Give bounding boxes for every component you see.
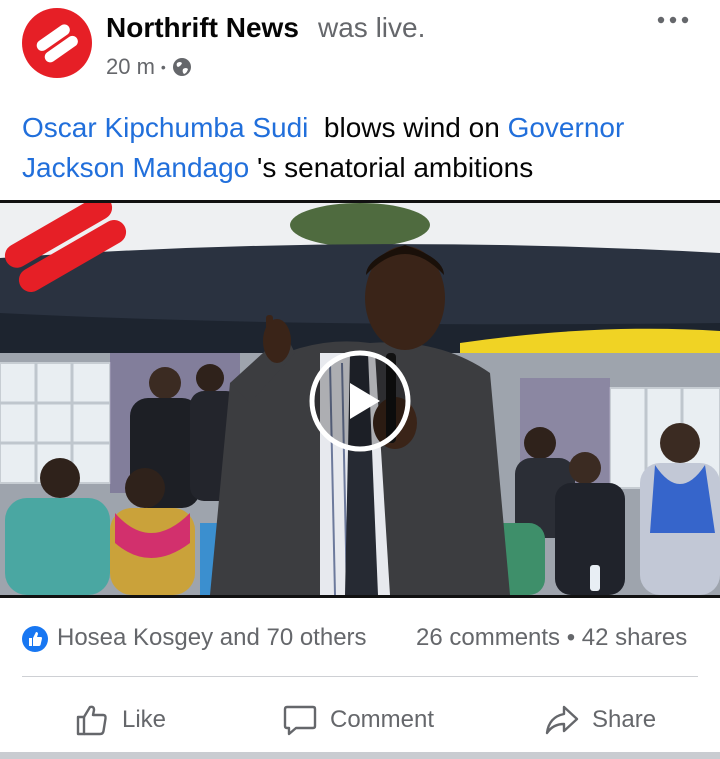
more-dots-icon (657, 16, 689, 24)
like-button[interactable]: Like (74, 700, 166, 740)
comment-label: Comment (330, 706, 435, 733)
more-options-button[interactable] (656, 10, 690, 30)
like-reaction-icon (22, 626, 48, 652)
video-player[interactable] (0, 203, 720, 595)
page-name[interactable]: Northrift News (106, 12, 299, 44)
post-time[interactable]: 20 m (106, 54, 155, 80)
comment-icon (283, 705, 317, 736)
like-label: Like (122, 706, 167, 733)
comment-button[interactable]: Comment (282, 700, 434, 740)
video-border (0, 595, 720, 598)
globe-icon (172, 58, 191, 76)
thumbs-up-icon (76, 705, 107, 736)
northrift-logo-icon (36, 24, 78, 63)
play-icon[interactable] (308, 349, 412, 453)
comments-shares-count[interactable]: 26 comments • 42 shares (416, 624, 687, 652)
meta-separator: • (160, 59, 166, 75)
share-label: Share (592, 706, 657, 733)
reactions-summary[interactable]: Hosea Kosgey and 70 others (57, 624, 367, 652)
post-meta: 20 m • (106, 54, 192, 80)
post-separator-bar (0, 752, 720, 759)
caption-text: blows wind on (308, 112, 508, 143)
page-avatar[interactable] (22, 8, 92, 78)
share-arrow-icon (545, 705, 579, 735)
divider (22, 676, 698, 677)
mention-link[interactable]: Oscar Kipchumba Sudi (22, 112, 308, 143)
caption-text: 's senatorial ambitions (249, 152, 534, 183)
post-caption: Oscar Kipchumba Sudi blows wind on Gover… (22, 108, 702, 188)
share-button[interactable]: Share (544, 700, 656, 740)
post-status-text: was live. (318, 12, 426, 43)
